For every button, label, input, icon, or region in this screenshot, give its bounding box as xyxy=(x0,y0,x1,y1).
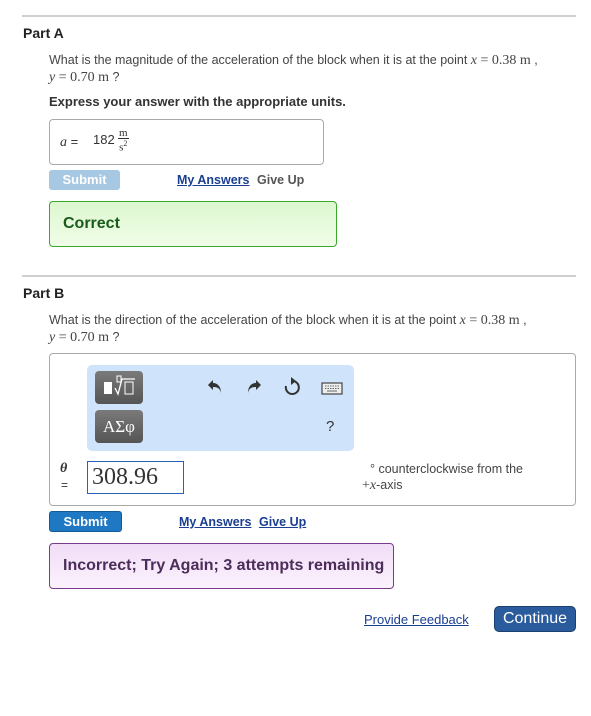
question-text: What is the magnitude of the acceleratio… xyxy=(49,53,468,67)
x-unit: m xyxy=(519,53,531,68)
unit-numerator: m xyxy=(118,127,129,139)
part-b-question: What is the direction of the acceleratio… xyxy=(49,313,527,345)
greek-symbols-button[interactable]: ΑΣφ xyxy=(95,410,143,443)
part-b-feedback-text: Incorrect; Try Again; 3 attempts remaini… xyxy=(63,557,385,574)
part-a-title: Part A xyxy=(23,25,64,41)
reset-icon xyxy=(284,377,300,395)
unit-line1: ° counterclockwise from the xyxy=(370,462,523,476)
help-button[interactable]: ? xyxy=(326,418,334,435)
templates-button[interactable] xyxy=(95,371,143,404)
x-value: 0.38 xyxy=(480,313,506,328)
part-a-give-up: Give Up xyxy=(257,173,305,187)
provide-feedback-link[interactable]: Provide Feedback xyxy=(364,612,469,627)
part-a-feedback-text: Correct xyxy=(63,215,120,232)
continue-button[interactable]: Continue xyxy=(494,606,576,632)
part-b-my-answers-link[interactable]: My Answers xyxy=(179,515,251,529)
part-a-answer-label: a = xyxy=(60,134,79,150)
templates-icon xyxy=(104,375,135,396)
unit-line2: +x-axis xyxy=(362,477,523,494)
answer-equals: = xyxy=(61,478,69,492)
x-unit: m xyxy=(508,313,520,328)
divider-part-b xyxy=(22,275,576,277)
part-a-instruction: Express your answer with the appropriate… xyxy=(49,94,346,109)
part-a-answer-box xyxy=(49,119,324,165)
part-a-submit-button: Submit xyxy=(49,170,120,190)
axis-text: -axis xyxy=(376,478,403,492)
undo-button[interactable] xyxy=(205,377,225,400)
angle-unit-text: ° counterclockwise from the +x-axis xyxy=(362,461,523,494)
part-a-answer-value: 182 xyxy=(93,132,115,147)
unit-denominator: s2 xyxy=(119,139,128,154)
part-a-my-answers-link[interactable]: My Answers xyxy=(177,173,249,187)
angle-input[interactable]: 308.96 xyxy=(87,461,184,494)
plus-sign: + xyxy=(362,478,370,493)
question-text: What is the direction of the acceleratio… xyxy=(49,313,457,327)
part-b-give-up-link[interactable]: Give Up xyxy=(259,515,306,529)
y-unit: m xyxy=(98,70,109,85)
keyboard-button[interactable] xyxy=(320,381,344,401)
math-toolbar: ΑΣφ ? xyxy=(87,365,354,451)
undo-icon xyxy=(208,380,221,393)
y-value: 0.70 xyxy=(70,70,95,85)
divider-top xyxy=(22,15,576,17)
part-b-submit-button[interactable]: Submit xyxy=(49,511,122,532)
y-unit: m xyxy=(98,330,109,345)
reset-button[interactable] xyxy=(282,377,302,402)
part-a-answer-unit: m s2 xyxy=(118,128,129,153)
redo-button[interactable] xyxy=(244,377,264,400)
part-a-question: What is the magnitude of the acceleratio… xyxy=(49,53,538,85)
answer-variable: θ xyxy=(60,461,68,476)
y-value: 0.70 xyxy=(70,330,95,345)
part-b-title: Part B xyxy=(23,285,65,301)
redo-icon xyxy=(248,380,261,393)
x-value: 0.38 xyxy=(491,53,517,68)
keyboard-icon xyxy=(321,382,343,395)
